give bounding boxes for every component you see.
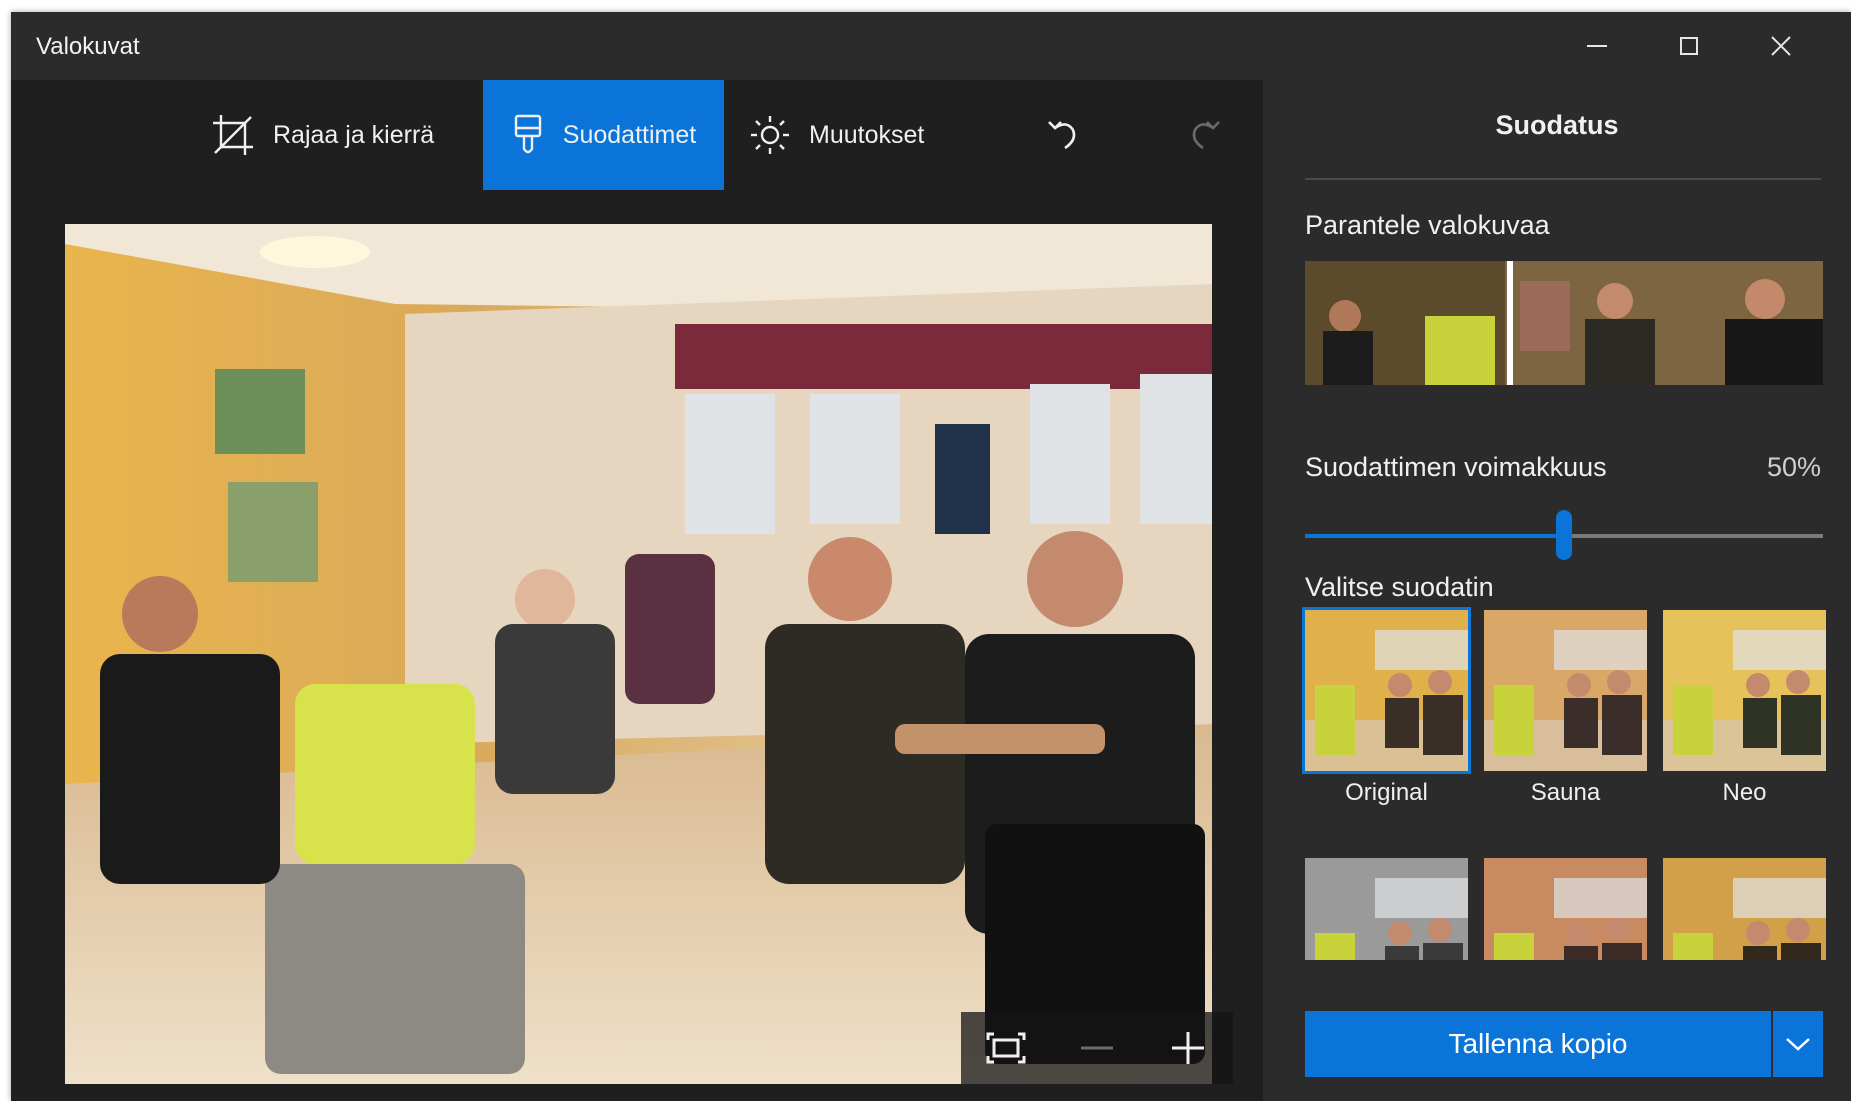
brightness-icon: [751, 116, 789, 154]
editor-area: Rajaa ja kierrä Suodattimet Muutokset: [11, 80, 1263, 1101]
filter-thumb-original[interactable]: [1302, 607, 1471, 774]
minimize-icon: [1587, 45, 1607, 47]
strength-slider[interactable]: [1305, 510, 1823, 560]
enhance-preview: [1305, 261, 1823, 385]
enhance-photo-toggle[interactable]: [1305, 261, 1823, 385]
choose-filter-label: Valitse suodatin: [1305, 572, 1494, 602]
filter-thumb-sauna[interactable]: [1484, 610, 1647, 771]
edited-photo[interactable]: [65, 224, 1212, 1084]
close-icon: [1771, 36, 1791, 56]
filter-preview: [1484, 858, 1647, 960]
panel-title: Suodatus: [1495, 110, 1619, 140]
window-title: Valokuvat: [36, 33, 140, 60]
filter-panel: Suodatus Parantele valokuvaa Suodattimen…: [1263, 80, 1851, 1101]
photos-app-window: Valokuvat Rajaa ja kierrä Suodattimet Mu…: [11, 12, 1851, 1101]
filter-preview: [1305, 858, 1468, 960]
strength-slider-thumb[interactable]: [1556, 510, 1572, 560]
adjustments-tab[interactable]: Muutokset: [749, 80, 949, 190]
filter-label: Sauna: [1530, 779, 1601, 806]
filter-thumb-preset-4[interactable]: [1305, 858, 1468, 960]
redo-button[interactable]: [1173, 102, 1237, 166]
save-copy-button[interactable]: Tallenna kopio: [1305, 1011, 1771, 1077]
filter-preview: [1663, 610, 1826, 771]
zoom-in-icon[interactable]: [1168, 1032, 1208, 1064]
crop-icon: [213, 115, 253, 155]
filters-tab-label: Suodattimet: [562, 120, 697, 149]
filter-preview: [1305, 610, 1468, 771]
enhance-label: Parantele valokuvaa: [1305, 210, 1550, 240]
undo-button[interactable]: [1031, 102, 1095, 166]
filter-preview: [1663, 858, 1826, 960]
filter-thumb-neo[interactable]: [1663, 610, 1826, 771]
filter-label: Original: [1345, 779, 1428, 806]
redo-icon: [1192, 121, 1220, 150]
filter-thumb-preset-6[interactable]: [1663, 858, 1826, 960]
strength-slider-fill: [1305, 534, 1564, 538]
chevron-down-icon: [1786, 1038, 1810, 1051]
zoom-controls: [961, 1012, 1233, 1084]
crop-rotate-label: Rajaa ja kierrä: [273, 120, 435, 149]
filter-preview: [1484, 610, 1647, 771]
save-copy-label: Tallenna kopio: [1448, 1028, 1628, 1059]
save-options-button[interactable]: [1773, 1011, 1823, 1077]
brush-icon: [514, 114, 541, 154]
strength-value: 50%: [1766, 452, 1821, 482]
strength-label: Suodattimen voimakkuus: [1305, 452, 1607, 482]
undo-icon: [1048, 121, 1076, 150]
photo-canvas: [65, 224, 1212, 1084]
maximize-icon: [1680, 37, 1698, 55]
filters-tab[interactable]: Suodattimet: [483, 80, 724, 190]
title-bar: Valokuvat: [11, 12, 1851, 80]
filter-label: Neo: [1722, 779, 1767, 806]
zoom-out-icon[interactable]: [1077, 1032, 1117, 1064]
panel-divider: [1305, 178, 1821, 180]
maximize-button[interactable]: [1643, 12, 1735, 80]
filter-thumb-preset-5[interactable]: [1484, 858, 1647, 960]
fit-to-screen-icon[interactable]: [986, 1032, 1026, 1064]
adjustments-tab-label: Muutokset: [809, 120, 925, 149]
minimize-button[interactable]: [1551, 12, 1643, 80]
close-button[interactable]: [1735, 12, 1827, 80]
enhance-split-line: [1507, 261, 1513, 385]
